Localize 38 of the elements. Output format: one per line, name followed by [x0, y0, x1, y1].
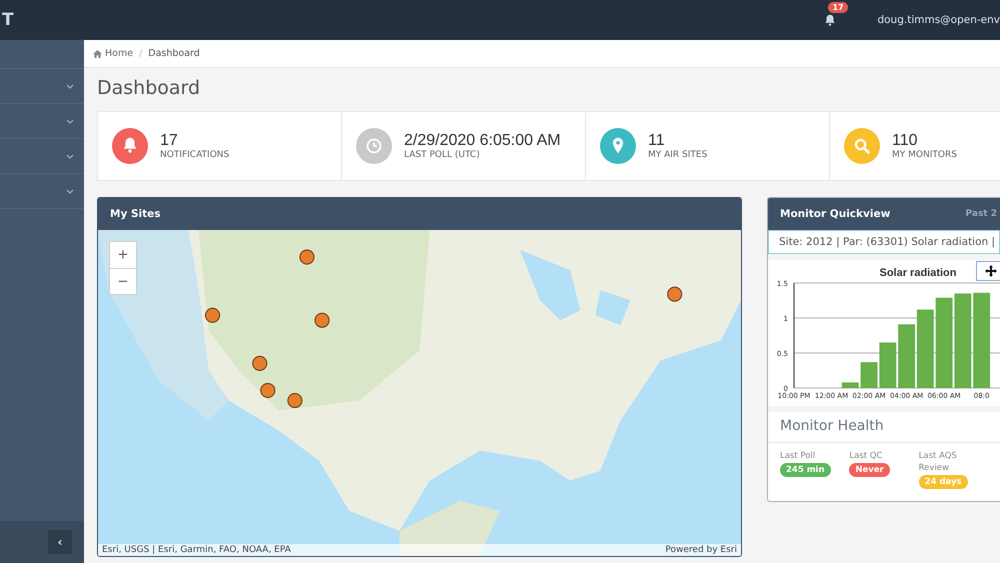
site-info: Site: 2012 | Par: (63301) Solar radiation | — [768, 230, 1000, 254]
stat-value: 11 — [648, 132, 666, 150]
stat-label: LAST POLL (UTC) — [404, 150, 481, 160]
breadcrumb-separator: / — [139, 48, 142, 59]
section-title: Monitor Health — [768, 412, 1000, 443]
stat-label: MY MONITORS — [892, 150, 957, 160]
notification-badge: 17 — [828, 2, 848, 13]
map-attribution: Esri, USGS | Esri, Garmin, FAO, NOAA, EPA — [102, 545, 291, 555]
panel-header: Monitor Quickview — [780, 208, 890, 220]
stat-label: NOTIFICATIONS — [160, 150, 230, 160]
home-icon — [93, 50, 102, 58]
time-range-label: Past 2 — [966, 209, 997, 219]
health-label: Last Poll — [780, 451, 816, 463]
move-button[interactable] — [976, 261, 1000, 281]
stat-value: 110 — [892, 132, 919, 150]
stat-value: 17 — [160, 132, 179, 150]
chart-title: Solar radiation — [879, 267, 957, 279]
breadcrumb-link[interactable]: Home — [93, 48, 134, 59]
chart-bar — [898, 324, 916, 388]
status-badge: 245 min — [780, 462, 831, 477]
user-email[interactable]: doug.timms@open-env — [877, 14, 1000, 26]
map-credit[interactable]: Powered by Esri — [665, 545, 737, 555]
stat-label: MY AIR SITES — [648, 150, 708, 160]
chart-bar — [860, 362, 878, 388]
stat-value: 2/29/2020 6:05:00 AM — [404, 132, 561, 150]
page-title: Dashboard — [97, 77, 202, 99]
collapse-button[interactable]: ‹ — [48, 530, 72, 554]
bell-icon[interactable] — [823, 12, 838, 28]
chart-bar — [842, 382, 859, 388]
status-badge: 24 days — [918, 474, 968, 489]
status-badge: Never — [849, 462, 890, 477]
move-icon — [985, 265, 997, 277]
panel-header: My Sites — [98, 198, 741, 230]
breadcrumb-current: Dashboard — [148, 48, 200, 59]
app-logo: T — [2, 10, 14, 30]
health-label: Last AQS Review — [918, 451, 958, 475]
health-label: Last QC — [849, 451, 884, 463]
chart-bar — [879, 342, 896, 388]
